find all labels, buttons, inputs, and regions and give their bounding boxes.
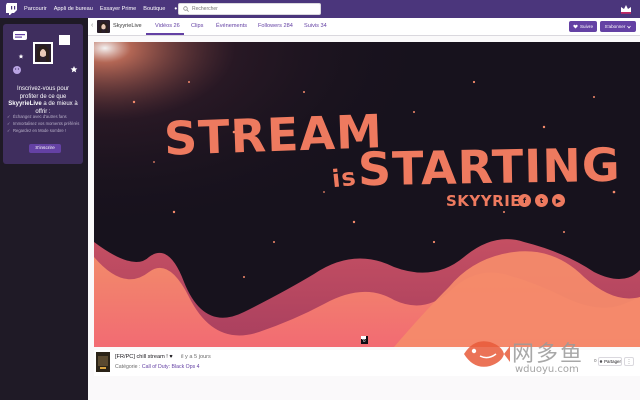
list-item: ✓ Échangez avec d'autres fans [7,114,81,119]
list-item: ✓ Regardez en Mode sombre ! [7,128,81,133]
stream-title-line2: is [330,162,358,194]
tab-clips[interactable]: Clips [191,23,203,29]
channel-header: ‹ SkyyrieLive Vidéos 26 Clips Événements… [88,18,640,36]
stream-title-line1: STREAM [163,104,384,166]
channel-avatar[interactable] [97,20,110,33]
search-input[interactable] [192,6,312,12]
left-sidebar: Inscrivez-vous pour profiter de ce que S… [0,18,88,400]
benefit-list: ✓ Échangez avec d'autres fans ✓ Immortal… [7,114,81,135]
more-options-button[interactable]: ⋮ [624,357,634,366]
chat-bubble-icon [361,336,366,340]
prime-crown-icon[interactable] [620,4,632,14]
share-label: Partager [604,359,621,364]
follow-button[interactable]: Suivre [569,21,597,32]
nav-try-prime[interactable]: Essayer Prime [100,6,136,12]
benefit-text: Échangez avec d'autres fans [13,114,67,119]
promo-illustration [13,31,78,74]
chevron-down-icon [627,25,632,29]
promo-text-line2: a de mieux à offrir : [35,101,78,115]
twitter-icon: t [535,194,548,207]
youtube-icon: ▶ [552,194,565,207]
category-link[interactable]: Call of Duty: Black Ops 4 [142,364,200,370]
facebook-icon: f [518,194,531,207]
promo-message: Inscrivez-vous pour profiter de ce que S… [7,86,79,116]
benefit-text: Regardez en Mode sombre ! [13,128,67,133]
promo-channel-name: SkyyrieLive [8,101,42,107]
share-button[interactable]: Partager [598,357,622,366]
list-item: ✓ Immortalisez vos moments préférés [7,121,81,126]
search-box [178,3,321,15]
signup-promo-card: Inscrivez-vous pour profiter de ce que S… [3,24,83,164]
video-age: il y a 5 jours [181,354,211,360]
stream-title-line3: STARTING [357,137,622,197]
heart-icon [573,24,578,29]
nav-browse[interactable]: Parcourir [24,6,47,12]
search-icon [183,6,189,12]
tab-events[interactable]: Événements [216,23,247,29]
tab-followers[interactable]: Followers 284 [258,23,293,29]
subscribe-label: S'abonner [604,24,626,29]
follow-label: Suivre [579,24,594,29]
video-title[interactable]: [FR/PC] chill stream ! ♥ [115,354,173,360]
chat-count-badge: 0 [361,336,368,344]
category-label: Catégorie : [115,364,141,370]
watermark: 网多鱼 wduoyu.com [460,334,600,378]
watermark-url: wduoyu.com [515,364,579,375]
active-tab-indicator [146,33,184,35]
chevron-left-icon[interactable]: ‹ [91,22,93,29]
tab-following[interactable]: Suivis 34 [304,23,327,29]
nav-shop[interactable]: Boutique [143,6,165,12]
video-player[interactable]: STREAM is STARTING SKYYRIE f t ▶ 0 [94,42,640,347]
nav-desktop-app[interactable]: Appli de bureau [54,6,93,12]
promo-text-line1: Inscrivez-vous pour profiter de ce que [16,86,70,100]
game-box-art[interactable] [96,352,110,372]
subscribe-button[interactable]: S'abonner [600,21,636,32]
signup-button[interactable]: S'inscrire [29,144,61,153]
top-navbar: Parcourir Appli de bureau Essayer Prime … [0,0,640,18]
benefit-text: Immortalisez vos moments préférés [13,121,80,126]
tab-videos[interactable]: Vidéos 26 [155,23,180,29]
video-category: Catégorie : Call of Duty: Black Ops 4 [115,364,200,370]
channel-name[interactable]: SkyyrieLive [113,23,142,29]
fish-logo-icon [464,341,510,367]
streamer-brand: SKYYRIE [446,192,522,210]
twitch-logo-icon[interactable] [6,3,18,15]
